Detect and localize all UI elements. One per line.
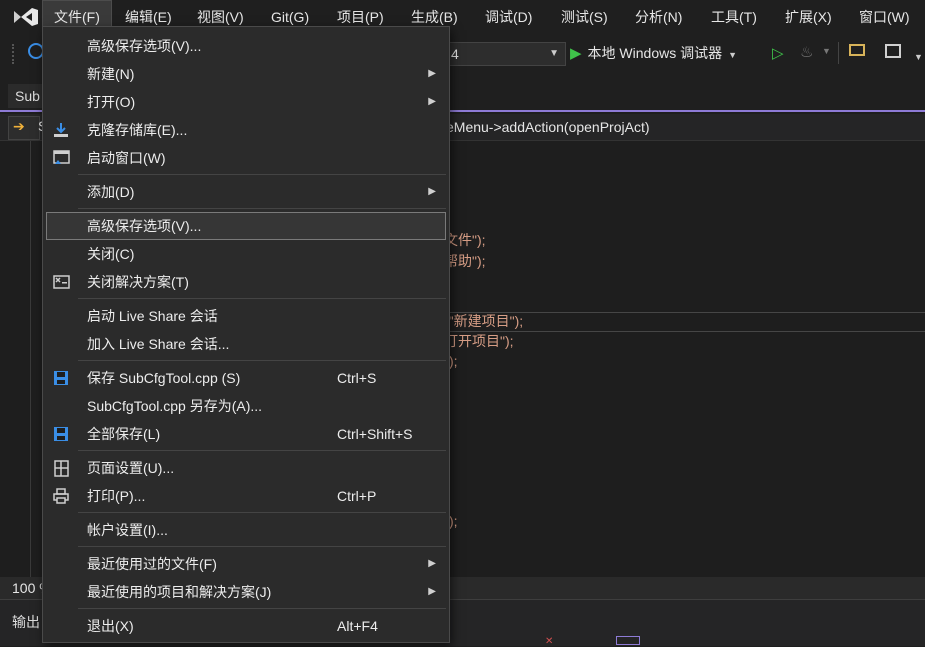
- menu-item-start-live-share[interactable]: 启动 Live Share 会话: [46, 302, 446, 330]
- menu-item-label: 启动 Live Share 会话: [87, 308, 218, 324]
- menu-item-save-all[interactable]: 全部保存(L) Ctrl+Shift+S: [46, 420, 446, 448]
- start-without-debugging-icon[interactable]: ▷: [772, 44, 784, 62]
- start-window-icon: [53, 150, 70, 164]
- code-line: 帮助");: [444, 253, 486, 269]
- output-toolbar-wrap-icon[interactable]: [616, 636, 640, 645]
- menu-item-shortcut: Alt+F4: [337, 618, 378, 634]
- menu-item-recent-files[interactable]: 最近使用过的文件(F) ▶: [46, 550, 446, 578]
- toolbar-overflow-icon[interactable]: ▼: [914, 52, 923, 62]
- menu-item-label: 最近使用的项目和解决方案(J): [87, 584, 272, 600]
- menu-item-label: 关闭(C): [87, 246, 135, 262]
- print-icon: [53, 488, 69, 504]
- menu-item-label: 关闭解决方案(T): [87, 274, 189, 290]
- submenu-arrow-icon: ▶: [428, 586, 436, 597]
- play-icon: ▶: [570, 45, 582, 62]
- menu-item-label: 高级保存选项(V)...: [87, 218, 202, 234]
- menu-item-start-window[interactable]: 启动窗口(W): [46, 144, 446, 172]
- code-line: 打开项目");: [444, 333, 514, 349]
- open-folder-icon[interactable]: [849, 44, 865, 56]
- menu-item-advanced-save-options-highlighted[interactable]: 高级保存选项(V)...: [46, 212, 446, 240]
- menu-item-account-settings[interactable]: 帐户设置(I)...: [46, 516, 446, 544]
- menu-item-label: 新建(N): [87, 66, 135, 82]
- menu-separator: [78, 450, 446, 451]
- menu-bar-item[interactable]: 扩展(X): [774, 0, 843, 34]
- menu-item-print[interactable]: 打印(P)... Ctrl+P: [46, 482, 446, 510]
- menu-bar-item[interactable]: 测试(S): [550, 0, 619, 34]
- menu-item-close-solution[interactable]: 关闭解决方案(T): [46, 268, 446, 296]
- menu-item-label: 帐户设置(I)...: [87, 522, 168, 538]
- menu-separator: [78, 174, 446, 175]
- save-all-icon: [54, 427, 68, 441]
- menu-separator: [78, 512, 446, 513]
- menu-separator: [78, 608, 446, 609]
- menu-item-shortcut: Ctrl+P: [337, 488, 377, 504]
- menu-item-label: 全部保存(L): [87, 426, 161, 442]
- menu-bar-item[interactable]: 窗口(W): [848, 0, 921, 34]
- output-toolbar-clear-icon[interactable]: ✕: [545, 636, 553, 647]
- toolbar-separator: [838, 42, 839, 64]
- clone-icon: [54, 123, 68, 137]
- window-layout-icon[interactable]: [885, 44, 901, 58]
- menu-item-label: 保存 SubCfgTool.cpp (S): [87, 370, 241, 386]
- code-line: 文件");: [444, 232, 486, 248]
- file-menu-dropdown: 高级保存选项(V)... 新建(N) ▶ 打开(O) ▶ 克隆存储库(E)...…: [42, 26, 450, 643]
- menu-item-label: 添加(D): [87, 184, 135, 200]
- menu-item-close[interactable]: 关闭(C): [46, 240, 446, 268]
- member-dropdown[interactable]: eMenu->addAction(openProjAct): [446, 114, 650, 140]
- menu-item-shortcut: Ctrl+Shift+S: [337, 426, 413, 442]
- menu-bar-item[interactable]: 调试(D): [474, 0, 543, 34]
- menu-item-label: 打开(O): [87, 94, 136, 110]
- menu-separator: [78, 208, 446, 209]
- menu-item-join-live-share[interactable]: 加入 Live Share 会话...: [46, 330, 446, 358]
- menu-item-label: 克隆存储库(E)...: [87, 122, 188, 138]
- submenu-arrow-icon: ▶: [428, 96, 436, 107]
- menu-item-new[interactable]: 新建(N) ▶: [46, 60, 446, 88]
- page-setup-icon: [54, 460, 69, 477]
- submenu-arrow-icon: ▶: [428, 558, 436, 569]
- menu-item-shortcut: Ctrl+S: [337, 370, 377, 386]
- menu-bar-item[interactable]: 工具(T): [700, 0, 768, 34]
- menu-item-label: 加入 Live Share 会话...: [87, 336, 230, 352]
- menu-item-save-as[interactable]: SubCfgTool.cpp 另存为(A)...: [46, 392, 446, 420]
- start-debugging-label: 本地 Windows 调试器: [587, 45, 723, 61]
- visual-studio-logo-icon[interactable]: [12, 6, 40, 28]
- menu-separator: [78, 546, 446, 547]
- chevron-down-icon[interactable]: ▼: [822, 46, 831, 56]
- solution-platform-value: 4: [451, 46, 459, 62]
- chevron-down-icon: ▼: [728, 50, 738, 60]
- menu-item-label: 页面设置(U)...: [87, 460, 175, 476]
- hot-reload-icon[interactable]: ♨: [800, 43, 813, 61]
- save-icon: [54, 371, 68, 385]
- menu-item-label: 启动窗口(W): [87, 150, 166, 166]
- submenu-arrow-icon: ▶: [428, 68, 436, 79]
- menu-item-label: 打印(P)...: [87, 488, 146, 504]
- menu-item-advanced-save-options[interactable]: 高级保存选项(V)...: [46, 32, 446, 60]
- arrow-right-icon: ➔: [13, 118, 25, 134]
- menu-item-label: SubCfgTool.cpp 另存为(A)...: [87, 398, 263, 414]
- menu-item-label: 高级保存选项(V)...: [87, 38, 202, 54]
- chevron-down-icon: ▼: [549, 48, 559, 59]
- code-line: ("新建项目");: [444, 313, 524, 329]
- menu-item-add[interactable]: 添加(D) ▶: [46, 178, 446, 206]
- menu-item-label: 最近使用过的文件(F): [87, 556, 217, 572]
- close-solution-icon: [53, 275, 70, 289]
- menu-item-clone-repository[interactable]: 克隆存储库(E)...: [46, 116, 446, 144]
- menu-item-page-setup[interactable]: 页面设置(U)...: [46, 454, 446, 482]
- start-debugging-button[interactable]: ▶ 本地 Windows 调试器 ▼: [570, 40, 737, 66]
- menu-item-recent-projects[interactable]: 最近使用的项目和解决方案(J) ▶: [46, 578, 446, 606]
- menu-separator: [78, 360, 446, 361]
- menu-item-open[interactable]: 打开(O) ▶: [46, 88, 446, 116]
- toolbar-grip: [12, 44, 18, 64]
- menu-item-save[interactable]: 保存 SubCfgTool.cpp (S) Ctrl+S: [46, 364, 446, 392]
- editor-gutter-line: [30, 141, 31, 577]
- submenu-arrow-icon: ▶: [428, 186, 436, 197]
- output-panel-title[interactable]: 输出: [12, 612, 40, 632]
- menu-bar-item[interactable]: 分析(N): [624, 0, 693, 34]
- menu-item-exit[interactable]: 退出(X) Alt+F4: [46, 612, 446, 640]
- solution-platform-combo[interactable]: 4 ▼: [440, 42, 566, 66]
- menu-separator: [78, 298, 446, 299]
- menu-item-label: 退出(X): [87, 618, 134, 634]
